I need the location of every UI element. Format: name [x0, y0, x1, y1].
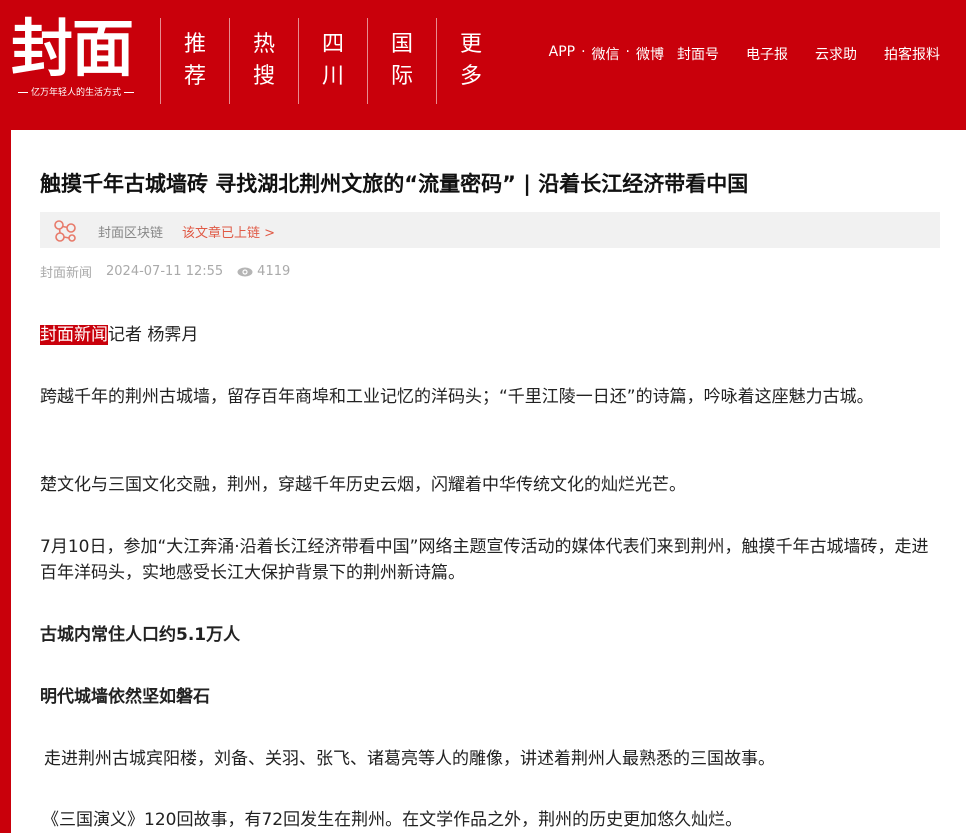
nav-more-top: 更 — [459, 32, 482, 57]
view-count: 4119 — [257, 264, 291, 279]
site-slogan: 亿万年轻人的生活方式 — [11, 85, 141, 98]
blockchain-bar: 封面区块链 该文章已上链 > — [40, 212, 940, 248]
byline: 封面新闻记者 杨霁月 — [40, 322, 198, 348]
nav-more-bottom: 多 — [459, 64, 482, 89]
nav-recommend-top: 推 — [183, 32, 206, 57]
paragraph: 7月10日，参加“大江奔涌·沿着长江经济带看中国”网络主题宣传活动的媒体代表们来… — [40, 537, 929, 583]
paragraph: 走进荆州古城宾阳楼，刘备、关羽、张飞、诸葛亮等人的雕像，讲述着荆州人最熟悉的三国… — [44, 749, 775, 769]
link-report[interactable]: 拍客报料 — [884, 44, 940, 64]
site-logo[interactable]: 封面 — [11, 14, 134, 84]
blockchain-link[interactable]: 该文章已上链 > — [182, 222, 275, 241]
nav-international[interactable]: 国 际 — [367, 18, 436, 104]
top-header: 封面 亿万年轻人的生活方式 推 荐 热 搜 四 川 国 际 更 多 APP · … — [0, 0, 966, 150]
top-links: APP · 微信 · 微博 封面号 电子报 云求助 拍客报料 — [549, 44, 940, 64]
article-meta: 封面新闻 2024-07-11 12:55 4119 — [40, 262, 290, 281]
nav-international-top: 国 — [390, 32, 413, 57]
link-app[interactable]: APP — [549, 44, 575, 64]
nav-international-bottom: 际 — [390, 64, 413, 89]
link-sep-2: · — [625, 44, 630, 60]
main-nav: 推 荐 热 搜 四 川 国 际 更 多 — [160, 18, 505, 104]
article-source[interactable]: 封面新闻 — [40, 262, 92, 281]
link-weibo[interactable]: 微博 — [636, 44, 664, 64]
nav-recommend-bottom: 荐 — [183, 64, 206, 89]
nav-hot-top: 热 — [252, 32, 275, 57]
paragraph: 楚文化与三国文化交融，荆州，穿越千年历史云烟，闪耀着中华传统文化的灿烂光芒。 — [40, 475, 686, 495]
eye-icon — [237, 267, 253, 276]
nav-sichuan-bottom: 川 — [321, 64, 344, 89]
link-cloud-help[interactable]: 云求助 — [815, 44, 857, 64]
link-sep-1: · — [581, 44, 586, 60]
paragraph: 跨越千年的荆州古城墙，留存百年商埠和工业记忆的洋码头；“千里江陵一日还”的诗篇，… — [40, 387, 874, 407]
paragraph: 《三国演义》120回故事，有72回发生在荆州。在文学作品之外，荆州的历史更加悠久… — [42, 810, 743, 830]
nav-recommend[interactable]: 推 荐 — [160, 18, 229, 104]
section-heading: 明代城墙依然坚如磐石 — [40, 687, 210, 707]
nav-hot-search[interactable]: 热 搜 — [229, 18, 298, 104]
byline-reporter: 记者 杨霁月 — [108, 325, 199, 345]
blockchain-icon — [54, 220, 76, 242]
blockchain-label: 封面区块链 — [98, 226, 164, 241]
nav-sichuan[interactable]: 四 川 — [298, 18, 367, 104]
nav-more[interactable]: 更 多 — [436, 18, 505, 104]
article-container: 触摸千年古城墙砖 寻找湖北荆州文旅的“流量密码” | 沿着长江经济带看中国 封面… — [11, 130, 966, 833]
link-wechat[interactable]: 微信 — [592, 44, 620, 64]
byline-source-highlight: 封面新闻 — [40, 325, 108, 345]
nav-hot-bottom: 搜 — [252, 64, 275, 89]
link-epaper[interactable]: 电子报 — [746, 44, 788, 64]
article-date: 2024-07-11 12:55 — [106, 264, 224, 279]
article-title: 触摸千年古城墙砖 寻找湖北荆州文旅的“流量密码” | 沿着长江经济带看中国 — [40, 172, 749, 196]
nav-sichuan-top: 四 — [321, 32, 344, 57]
link-fengmianhao[interactable]: 封面号 — [677, 44, 719, 64]
section-heading: 古城内常住人口约5.1万人 — [40, 625, 241, 645]
